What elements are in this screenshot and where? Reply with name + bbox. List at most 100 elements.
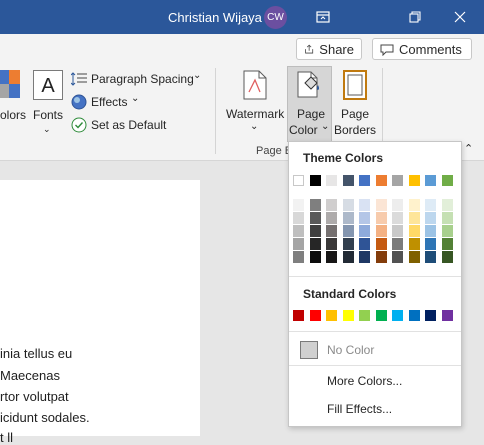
standard-color-swatch[interactable] [342,310,354,321]
theme-color-swatch[interactable] [425,175,436,186]
theme-shade-swatch[interactable] [342,238,354,250]
theme-color-swatch[interactable] [375,175,387,186]
theme-shade-swatch[interactable] [293,212,304,224]
theme-shade-swatch[interactable] [392,199,403,211]
theme-shade-swatch[interactable] [441,199,453,211]
theme-shade-swatch[interactable] [359,251,370,263]
theme-shade-swatch[interactable] [441,238,453,250]
theme-shade-swatch[interactable] [441,212,453,224]
page-borders-button[interactable]: Page Borders [334,70,378,138]
standard-color-swatch[interactable] [326,310,337,321]
theme-shade-swatch[interactable] [425,238,436,250]
restore-icon[interactable] [406,8,424,26]
theme-shade-swatch[interactable] [408,251,420,263]
ribbon-display-options-icon[interactable] [314,8,332,26]
theme-shade-swatch[interactable] [392,225,403,237]
theme-shade-swatch[interactable] [309,225,321,237]
theme-shade-swatch[interactable] [293,251,304,263]
chevron-down-icon: ⌄ [43,124,51,134]
theme-shade-swatch[interactable] [441,251,453,263]
standard-color-swatch[interactable] [425,310,436,321]
theme-shade-swatch[interactable] [408,199,420,211]
user-name[interactable]: Christian Wijaya [168,10,262,25]
standard-color-swatch[interactable] [359,310,370,321]
theme-shade-swatch[interactable] [309,251,321,263]
theme-shade-swatch[interactable] [309,238,321,250]
page-color-button[interactable]: Page Color ⌄ [287,66,332,142]
document-page[interactable]: inia tellus eu Maecenas rtor volutpat ic… [0,180,200,445]
theme-shade-swatch[interactable] [425,225,436,237]
theme-shade-swatch[interactable] [326,238,337,250]
theme-color-swatch[interactable] [326,175,337,186]
standard-color-swatch[interactable] [309,310,321,321]
theme-shade-swatch[interactable] [375,225,387,237]
theme-shade-swatch[interactable] [425,212,436,224]
fill-effects-item[interactable]: Fill Effects... [327,402,392,416]
theme-color-swatch[interactable] [392,175,403,186]
theme-shade-swatch[interactable] [293,225,304,237]
standard-color-swatch[interactable] [375,310,387,321]
document-text-line: t ll [0,430,13,445]
theme-shade-swatch[interactable] [359,238,370,250]
theme-shade-swatch[interactable] [375,199,387,211]
theme-shade-swatch[interactable] [441,225,453,237]
theme-shade-swatch[interactable] [326,199,337,211]
theme-color-swatch[interactable] [342,175,354,186]
theme-color-swatch[interactable] [293,175,304,186]
theme-shade-swatch[interactable] [293,238,304,250]
theme-shade-swatch[interactable] [326,251,337,263]
paint-bucket-icon [297,71,319,98]
effects-icon [71,94,87,110]
theme-shade-swatch[interactable] [392,251,403,263]
chevron-down-icon: ⌄ [193,70,202,81]
comments-button[interactable]: Comments [372,38,472,60]
standard-color-swatch[interactable] [392,310,403,321]
theme-shade-swatch[interactable] [375,251,387,263]
theme-shade-swatch[interactable] [342,251,354,263]
share-button[interactable]: Share [296,38,362,60]
document-text-line: Maecenas [0,368,60,383]
theme-shade-swatch[interactable] [359,199,370,211]
page-background-group-label: Page B [256,145,293,157]
theme-shade-swatch[interactable] [375,238,387,250]
theme-shade-swatch[interactable] [408,225,420,237]
theme-shade-swatch[interactable] [425,199,436,211]
more-colors-item[interactable]: More Colors... [327,374,402,388]
theme-color-swatch[interactable] [359,175,370,186]
effects-button[interactable]: Effects ⌄ [71,93,141,111]
colors-label: olors [0,108,27,122]
avatar[interactable]: CW [264,6,287,29]
theme-color-swatch[interactable] [441,175,453,186]
collapse-ribbon-icon[interactable]: ⌃ [464,142,473,155]
theme-shade-swatch[interactable] [342,212,354,224]
paragraph-spacing-button[interactable]: Paragraph Spacing ⌄ [71,70,203,88]
standard-color-swatch[interactable] [293,310,304,321]
colors-button[interactable]: olors [0,70,26,130]
theme-shade-swatch[interactable] [342,199,354,211]
theme-shade-swatch[interactable] [392,212,403,224]
theme-shade-swatch[interactable] [359,212,370,224]
close-icon[interactable] [451,8,469,26]
no-color-item[interactable]: No Color [289,335,461,363]
theme-shade-swatch[interactable] [425,251,436,263]
theme-shade-swatch[interactable] [326,212,337,224]
theme-shade-swatch[interactable] [408,212,420,224]
theme-shade-swatch[interactable] [408,238,420,250]
menu-separator [289,331,461,332]
theme-colors-heading: Theme Colors [303,151,384,165]
theme-shade-swatch[interactable] [309,212,321,224]
theme-color-swatch[interactable] [309,175,321,186]
standard-color-swatch[interactable] [408,310,420,321]
theme-shade-swatch[interactable] [309,199,321,211]
theme-shade-swatch[interactable] [359,225,370,237]
theme-shade-swatch[interactable] [375,212,387,224]
theme-shade-swatch[interactable] [392,238,403,250]
theme-shade-swatch[interactable] [293,199,304,211]
watermark-button[interactable]: Watermark ⌄ [224,70,284,138]
standard-color-swatch[interactable] [441,310,453,321]
set-as-default-button[interactable]: Set as Default [71,116,171,134]
fonts-button[interactable]: A Fonts ⌄ [31,70,65,138]
theme-shade-swatch[interactable] [342,225,354,237]
theme-color-swatch[interactable] [408,175,420,186]
theme-shade-swatch[interactable] [326,225,337,237]
